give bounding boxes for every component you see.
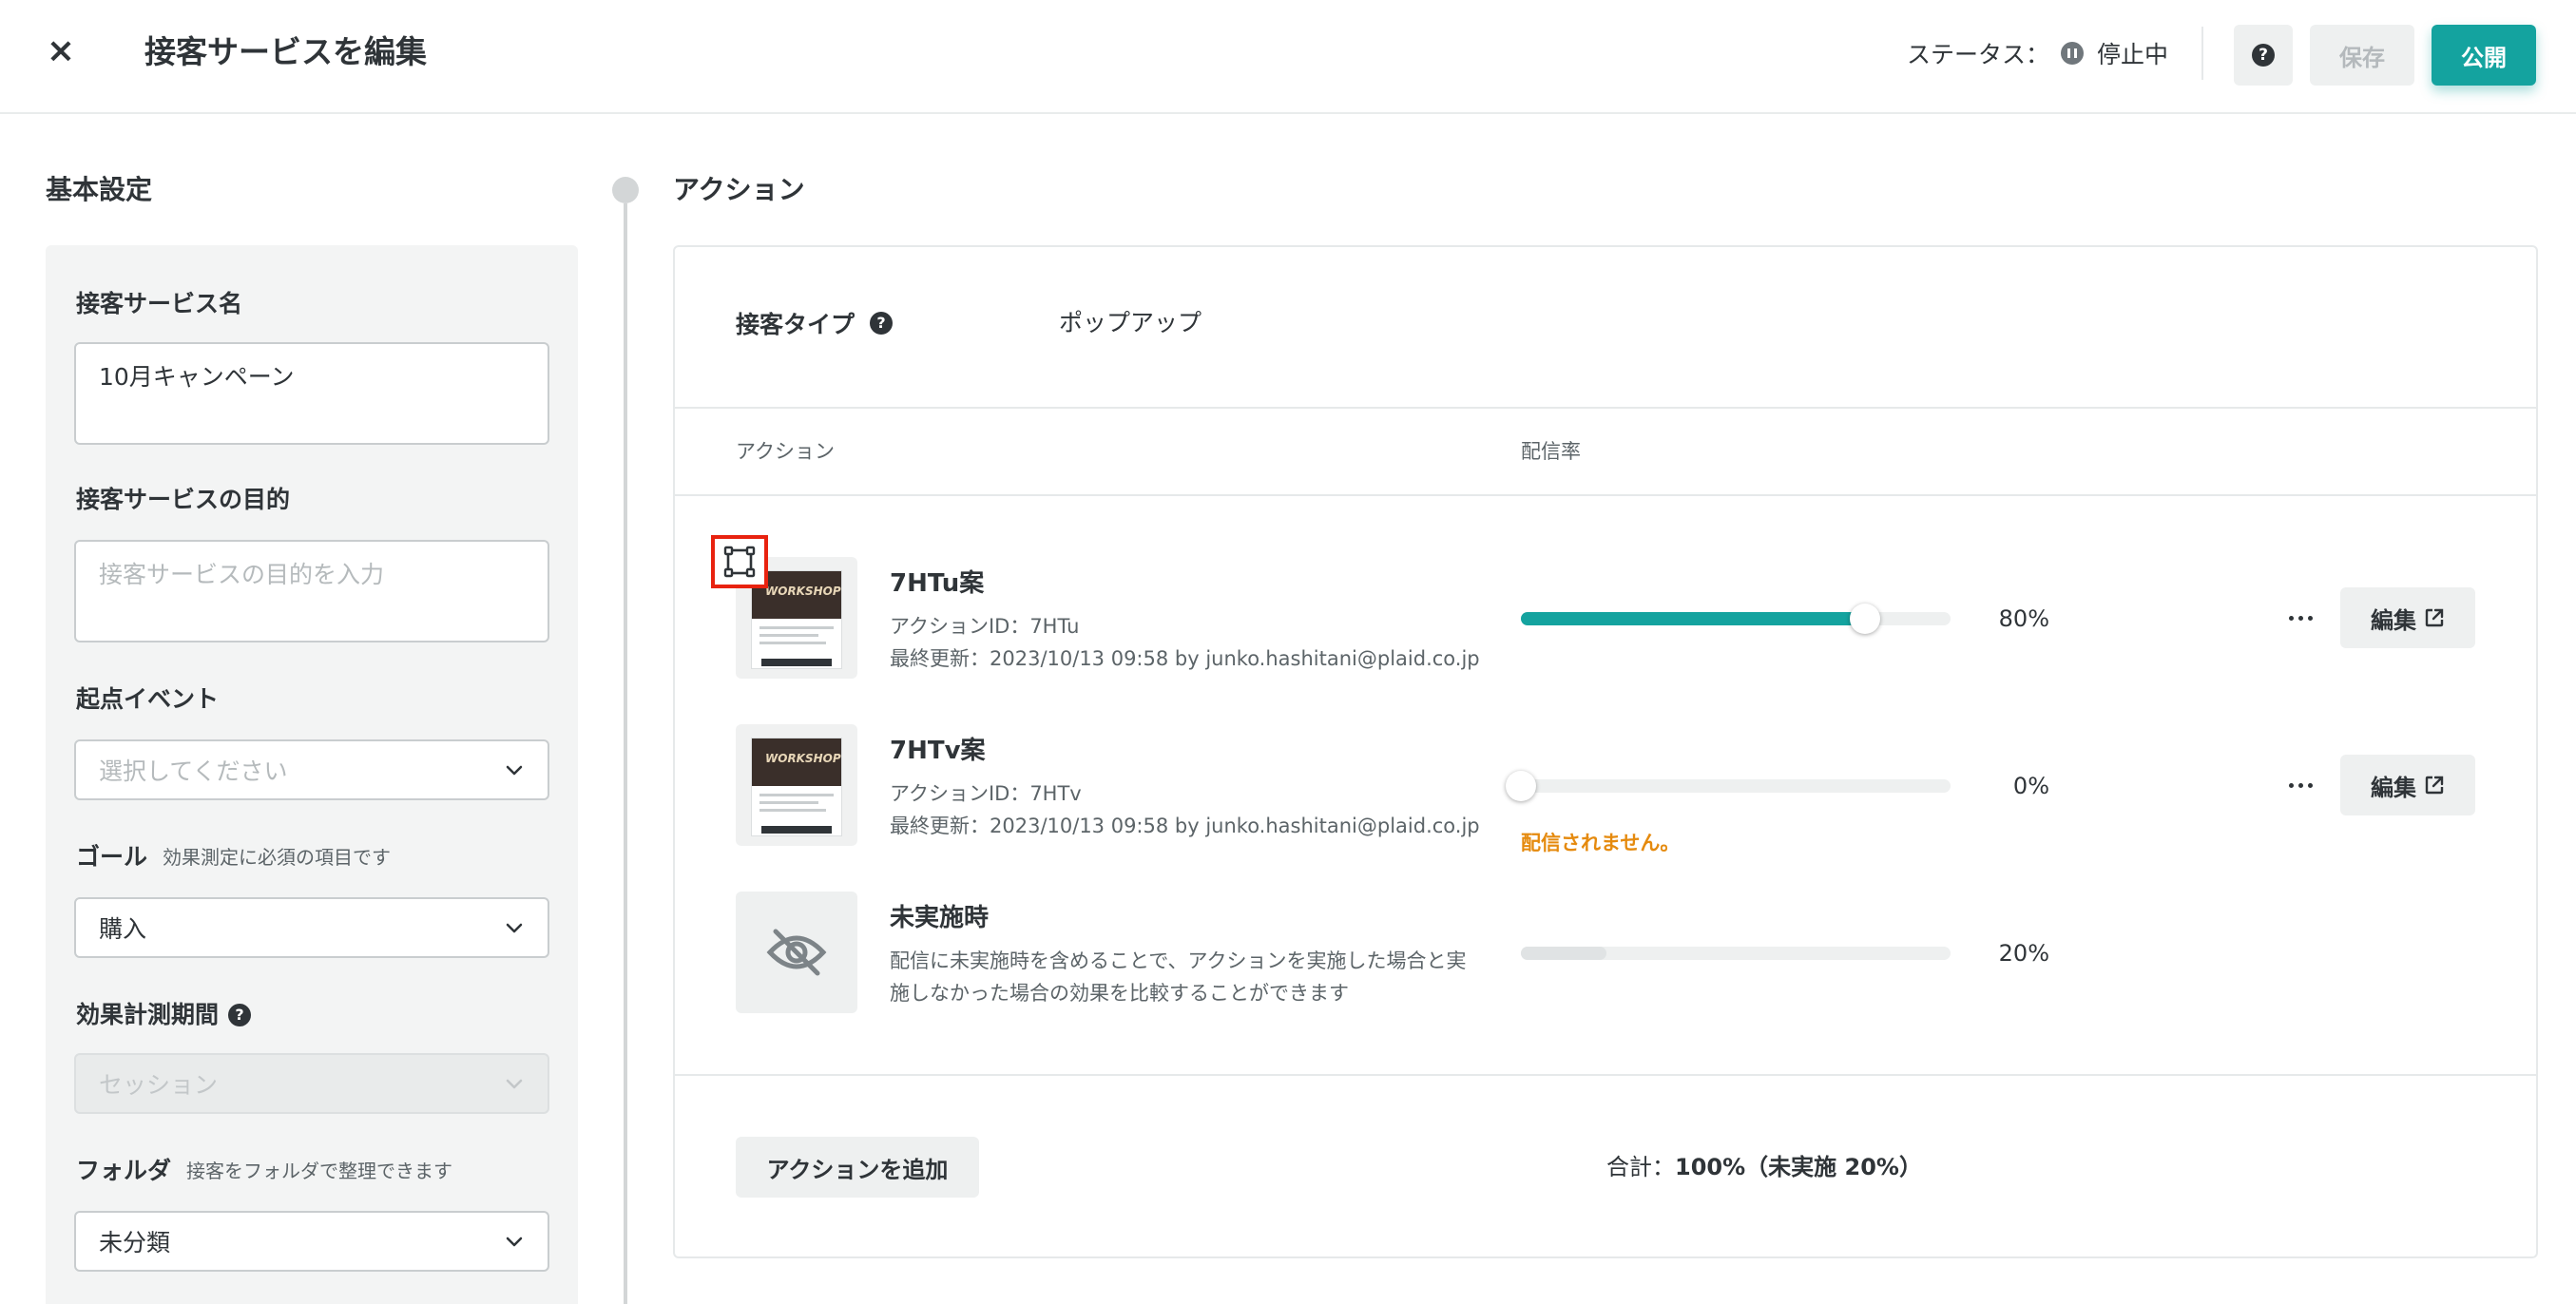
timeline-dot <box>612 177 639 203</box>
control-rate-fill <box>1521 947 1607 960</box>
purpose-input[interactable]: 接客サービスの目的を入力 <box>74 540 549 642</box>
frame-select-icon[interactable] <box>711 535 768 588</box>
page-title: 接客サービスを編集 <box>144 33 427 70</box>
control-rate-bar <box>1521 947 1951 960</box>
eye-off-icon <box>766 929 827 976</box>
pause-icon <box>2061 42 2085 65</box>
rate-slider-handle[interactable] <box>1506 771 1536 801</box>
goal-select[interactable]: 購入 <box>74 897 549 958</box>
add-action-button[interactable]: アクションを追加 <box>736 1137 979 1198</box>
card-footer: アクションを追加 合計：100%（未実施 20%） <box>675 1074 2536 1258</box>
goal-label: ゴール 効果測定に必須の項目です <box>76 840 391 874</box>
rate-slider-handle[interactable] <box>1849 604 1880 634</box>
rate-value: 0% <box>2012 773 2049 799</box>
edit-button[interactable]: 編集 <box>2340 587 2475 648</box>
total-summary: 合計：100%（未実施 20%） <box>1606 1150 1922 1184</box>
basic-settings-panel: 接客サービス名 10月キャンペーン 接客サービスの目的 接客サービスの目的を入力… <box>46 245 578 1304</box>
folder-label: フォルダ 接客をフォルダで整理できます <box>76 1154 452 1188</box>
rate-value: 80% <box>1998 605 2049 632</box>
trigger-event-select[interactable]: 選択してください <box>74 739 549 800</box>
service-name-input[interactable]: 10月キャンペーン <box>74 342 549 445</box>
chevron-down-icon <box>506 1237 523 1247</box>
publish-button[interactable]: 公開 <box>2432 25 2536 86</box>
action-card: 接客タイプ ? ポップアップ アクション 配信率 WORKSHOP 7HTu案 … <box>673 245 2538 1258</box>
control-title: 未実施時 <box>890 904 990 932</box>
action-updated: 最終更新：2023/10/13 09:58 by junko.hashitani… <box>890 647 1480 670</box>
action-thumbnail: WORKSHOP <box>736 724 857 846</box>
control-thumbnail <box>736 892 857 1013</box>
action-id: アクションID：7HTv <box>890 782 1082 805</box>
basic-settings-title: 基本設定 <box>46 174 153 205</box>
help-icon[interactable]: ? <box>870 312 894 335</box>
status-indicator: ステータス： 停止中 <box>1907 32 2168 74</box>
timeline-line <box>624 203 627 1304</box>
purpose-label: 接客サービスの目的 <box>76 486 291 513</box>
chevron-down-icon <box>506 923 523 933</box>
chevron-down-icon <box>506 765 523 776</box>
external-link-icon <box>2425 776 2444 795</box>
more-options-button[interactable] <box>2281 599 2319 637</box>
goal-hint: 効果測定に必須の項目です <box>163 846 392 869</box>
close-button[interactable]: × <box>42 32 80 70</box>
period-value: セッション <box>99 1071 219 1099</box>
action-row: WORKSHOP 7HTv案 アクションID：7HTv 最終更新：2023/10… <box>675 724 2536 857</box>
edit-button[interactable]: 編集 <box>2340 755 2475 815</box>
help-icon[interactable]: ? <box>228 1004 252 1026</box>
rate-value: 20% <box>1998 940 2049 967</box>
edit-button-label: 編集 <box>2371 774 2416 801</box>
control-description: 配信に未実施時を含めることで、アクションを実施した場合と実施しなかった場合の効果… <box>890 949 1467 1005</box>
type-value: ポップアップ <box>1059 309 1202 336</box>
action-id: アクションID：7HTu <box>890 615 1080 638</box>
edit-button-label: 編集 <box>2371 606 2416 634</box>
rate-slider[interactable] <box>1506 771 1951 801</box>
help-icon: ? <box>2252 44 2275 67</box>
column-header-rate: 配信率 <box>1521 440 1581 463</box>
action-title: 7HTv案 <box>890 737 986 765</box>
more-options-button[interactable] <box>2281 766 2319 804</box>
folder-label-text: フォルダ <box>76 1157 172 1184</box>
external-link-icon <box>2425 608 2444 627</box>
folder-hint: 接客をフォルダで整理できます <box>186 1160 453 1182</box>
chevron-down-icon <box>506 1079 523 1089</box>
not-delivered-warning: 配信されません。 <box>1521 832 1681 854</box>
goal-value: 購入 <box>99 915 147 943</box>
status-value: 停止中 <box>2097 41 2169 68</box>
close-icon: × <box>46 31 76 70</box>
header-divider <box>2201 27 2203 80</box>
trigger-event-value: 選択してください <box>99 757 288 785</box>
thumbnail-text: WORKSHOP <box>765 752 841 765</box>
column-header-action: アクション <box>736 440 835 463</box>
period-label-text: 効果計測期間 <box>76 1001 220 1028</box>
rate-slider-fill <box>1521 612 1865 625</box>
period-select: セッション <box>74 1053 549 1114</box>
help-button[interactable]: ? <box>2234 25 2293 86</box>
action-updated: 最終更新：2023/10/13 09:58 by junko.hashitani… <box>890 815 1480 837</box>
type-row: 接客タイプ ? ポップアップ <box>675 247 2536 409</box>
rate-slider[interactable] <box>1521 604 1951 634</box>
type-label: 接客タイプ ? <box>736 306 894 340</box>
period-label: 効果計測期間 ? <box>76 998 252 1032</box>
total-prefix: 合計： <box>1606 1154 1675 1180</box>
header-bar: × 接客サービスを編集 ステータス： 停止中 ? 保存 公開 <box>0 0 2576 114</box>
total-value: 100%（未実施 20%） <box>1675 1154 1922 1180</box>
folder-select[interactable]: 未分類 <box>74 1211 549 1272</box>
type-label-text: 接客タイプ <box>736 311 855 338</box>
save-button[interactable]: 保存 <box>2310 25 2414 86</box>
actions-title: アクション <box>673 174 805 205</box>
service-name-label: 接客サービス名 <box>76 290 243 317</box>
trigger-event-label: 起点イベント <box>76 685 220 713</box>
control-row: 未実施時 配信に未実施時を含めることで、アクションを実施した場合と実施しなかった… <box>675 892 2536 1025</box>
status-label: ステータス： <box>1907 41 2050 68</box>
thumbnail-text: WORKSHOP <box>765 585 841 598</box>
action-row: WORKSHOP 7HTu案 アクションID：7HTu 最終更新：2023/10… <box>675 557 2536 690</box>
folder-value: 未分類 <box>99 1229 171 1256</box>
goal-label-text: ゴール <box>76 843 148 871</box>
column-header-row: アクション 配信率 <box>675 409 2536 496</box>
action-title: 7HTu案 <box>890 569 985 598</box>
